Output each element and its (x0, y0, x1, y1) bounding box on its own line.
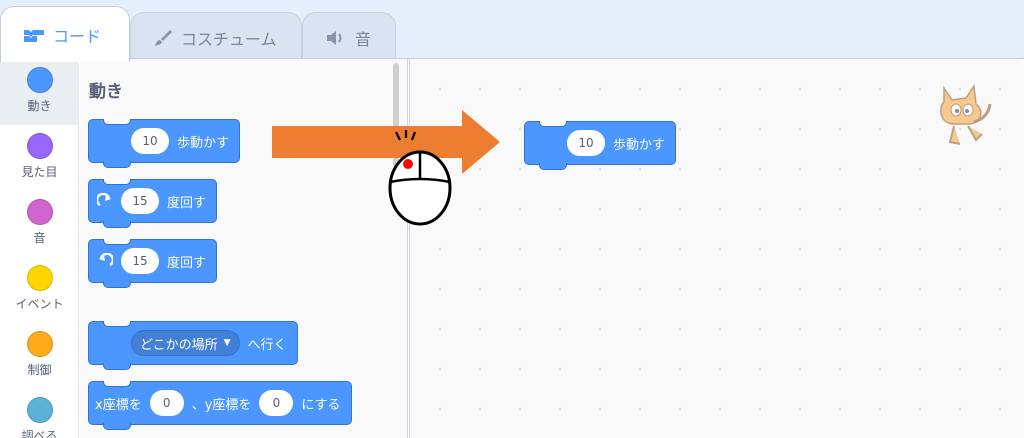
category-sensing[interactable]: 調べる (0, 389, 79, 438)
goto-xy-block[interactable]: x座標を 0 、y座標を 0 にする (88, 381, 352, 430)
block-text: 度回す (167, 255, 207, 271)
move-steps-block[interactable]: 10 歩動かす (88, 119, 241, 168)
tab-sound[interactable]: 音 (302, 12, 396, 62)
category-label: 見た目 (21, 165, 58, 179)
degrees-input[interactable]: 15 (121, 188, 159, 214)
tab-costume-label: コスチューム (181, 29, 277, 49)
turn-right-block[interactable]: 15 度回す (88, 179, 218, 228)
goto-block[interactable]: どこかの場所 ▼ へ行く (88, 321, 298, 370)
tab-code-label: コード (53, 26, 102, 46)
degrees-input[interactable]: 15 (121, 248, 159, 274)
category-events-dot (26, 265, 53, 291)
steps-input[interactable]: 10 (567, 130, 605, 156)
goto-dropdown[interactable]: どこかの場所 ▼ (131, 330, 240, 356)
speaker-icon (327, 30, 342, 45)
x-input[interactable]: 0 (149, 390, 184, 416)
block-text: 度回す (167, 195, 207, 211)
category-label: 音 (33, 231, 46, 245)
mouse-click-icon (388, 130, 452, 226)
category-events[interactable]: イベント (0, 257, 79, 323)
code-icon (24, 29, 44, 42)
goto-dropdown-label: どこかの場所 (140, 337, 218, 353)
block-text: 歩動かす (613, 137, 666, 153)
block-text: 歩動かす (177, 135, 230, 151)
block-text: へ行く (247, 337, 287, 353)
category-sound[interactable]: 音 (0, 191, 79, 257)
brush-icon (155, 29, 172, 46)
chevron-down-icon: ▼ (223, 338, 231, 348)
editor-main: 動き 見た目 音 イベント 制御 調べる 動き 10 歩動かす 15 度回す 1… (0, 58, 1024, 438)
tab-sound-label: 音 (355, 29, 372, 49)
turn-left-block[interactable]: 15 度回す (88, 239, 218, 288)
palette-title: 動き (89, 82, 123, 102)
tab-costume[interactable]: コスチューム (130, 12, 302, 62)
category-looks[interactable]: 見た目 (0, 125, 79, 191)
category-control-dot (26, 331, 53, 357)
category-label: 動き (27, 99, 52, 113)
category-control[interactable]: 制御 (0, 323, 79, 389)
category-sound-dot (26, 199, 53, 225)
category-motion[interactable]: 動き (0, 59, 79, 125)
y-input[interactable]: 0 (259, 390, 294, 416)
tab-code[interactable]: コード (0, 6, 130, 62)
category-menu: 動き 見た目 音 イベント 制御 調べる (0, 59, 79, 438)
steps-input[interactable]: 10 (131, 128, 169, 154)
category-sensing-dot (26, 397, 53, 423)
block-text: x座標を (95, 397, 142, 413)
workspace-move-steps-block[interactable]: 10 歩動かす (524, 121, 677, 170)
sprite-cat-icon (939, 83, 992, 145)
turn-right-icon (97, 193, 111, 207)
block-text: 、y座標を (191, 397, 252, 413)
category-label: 調べる (21, 429, 58, 438)
category-motion-dot (26, 67, 53, 93)
turn-left-icon (99, 253, 113, 267)
category-looks-dot (26, 133, 53, 159)
category-label: イベント (15, 297, 64, 311)
block-text: にする (301, 397, 341, 413)
category-label: 制御 (27, 363, 52, 377)
